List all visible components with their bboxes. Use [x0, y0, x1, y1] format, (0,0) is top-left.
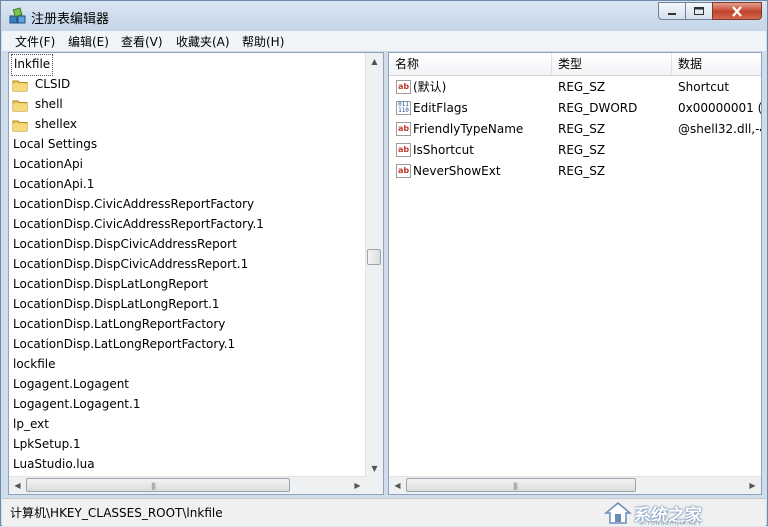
tree-item-label: shellex	[34, 117, 78, 131]
tree-item-shellex[interactable]: shellex	[12, 114, 77, 134]
tree-item-label: CLSID	[34, 77, 71, 91]
value-row[interactable]: ab (默认) REG_SZ Shortcut	[389, 77, 761, 98]
tree-item[interactable]: LocationDisp.DispCivicAddressReport	[13, 234, 237, 254]
tree-item-lnkfile[interactable]: lnkfile	[11, 54, 54, 76]
menu-bar: 文件(F) 编辑(E) 查看(V) 收藏夹(A) 帮助(H)	[2, 31, 766, 52]
status-path: 计算机\HKEY_CLASSES_ROOT\lnkfile	[10, 506, 223, 520]
column-name[interactable]: 名称	[389, 53, 552, 75]
tree-item[interactable]: LocationDisp.LatLongReportFactory.1	[13, 334, 235, 354]
window-title: 注册表编辑器	[31, 12, 110, 27]
tree-item[interactable]: lockfile	[13, 354, 56, 374]
tree-item[interactable]: lp_ext	[13, 414, 49, 434]
scroll-corner	[366, 477, 383, 494]
string-value-icon: ab	[396, 143, 411, 157]
value-data: @shell32.dll,-4	[678, 122, 762, 136]
maximize-button[interactable]	[685, 2, 713, 20]
value-row[interactable]: 011 110 EditFlags REG_DWORD 0x00000001 (1	[389, 98, 761, 119]
values-pane: 名称 类型 数据 ab (默认) REG_SZ Shortcut 011 110 …	[388, 52, 762, 495]
string-value-icon: ab	[396, 80, 411, 94]
tree-item[interactable]: LocationDisp.DispLatLongReport.1	[13, 294, 219, 314]
watermark: 系统之家 XITONGZHIJIA.NET	[600, 501, 762, 527]
tree-item[interactable]: LuaStudio.lua	[13, 454, 95, 474]
watermark-subtext: XITONGZHIJIA.NET	[640, 521, 702, 527]
scroll-left-arrow-icon[interactable]: ◀	[9, 477, 26, 494]
menu-help[interactable]: 帮助(H)	[242, 33, 284, 50]
tree-item[interactable]: LpkSetup.1	[13, 434, 81, 454]
close-button[interactable]	[712, 2, 762, 20]
values-horizontal-scrollbar[interactable]: ◀ ||| ▶	[389, 476, 761, 494]
values-column-header: 名称 类型 数据	[389, 53, 761, 76]
folder-icon	[12, 100, 28, 111]
tree-item[interactable]: LocationApi.1	[13, 174, 94, 194]
value-data: 0x00000001 (1	[678, 101, 762, 115]
folder-icon	[12, 120, 28, 131]
tree-item-label: shell	[34, 97, 63, 111]
registry-editor-icon	[9, 7, 26, 24]
tree-item[interactable]: LocationDisp.CivicAddressReportFactory	[13, 194, 254, 214]
tree-vertical-scrollbar[interactable]: ▲ ▼	[365, 53, 383, 477]
tree-item[interactable]: Logagent.Logagent	[13, 374, 129, 394]
scroll-left-arrow-icon[interactable]: ◀	[389, 477, 406, 494]
title-bar[interactable]: 注册表编辑器	[1, 1, 767, 31]
tree-item[interactable]: LocationDisp.CivicAddressReportFactory.1	[13, 214, 264, 234]
binary-value-icon: 011 110	[396, 101, 411, 115]
value-row[interactable]: ab FriendlyTypeName REG_SZ @shell32.dll,…	[389, 119, 761, 140]
tree-horizontal-scrollbar[interactable]: ◀ ||| ▶	[9, 476, 366, 494]
tree-horizontal-scroll-thumb[interactable]: |||	[26, 478, 290, 492]
house-logo-icon	[604, 502, 632, 524]
column-type[interactable]: 类型	[552, 53, 672, 75]
value-row[interactable]: ab IsShortcut REG_SZ	[389, 140, 761, 161]
scroll-up-arrow-icon[interactable]: ▲	[366, 53, 383, 70]
close-icon	[732, 5, 742, 17]
value-name: FriendlyTypeName	[413, 122, 524, 136]
value-name: NeverShowExt	[413, 164, 501, 178]
maximize-icon	[694, 7, 704, 15]
tree-item-shell[interactable]: shell	[12, 94, 63, 114]
value-data: Shortcut	[678, 80, 730, 94]
tree-item[interactable]: Logagent.Logagent.1	[13, 394, 140, 414]
scroll-right-arrow-icon[interactable]: ▶	[744, 477, 761, 494]
menu-view[interactable]: 查看(V)	[121, 33, 163, 50]
key-tree-pane: lnkfile CLSID shell shellex Local Settin…	[8, 52, 384, 495]
value-row[interactable]: ab NeverShowExt REG_SZ	[389, 161, 761, 182]
menu-edit[interactable]: 编辑(E)	[68, 33, 109, 50]
tree-item-label: lnkfile	[14, 57, 51, 71]
value-type: REG_DWORD	[558, 101, 638, 115]
status-bar: 计算机\HKEY_CLASSES_ROOT\lnkfile 系统之家 XITON…	[2, 498, 766, 527]
value-type: REG_SZ	[558, 143, 606, 157]
tree-item[interactable]: Local Settings	[13, 134, 97, 154]
minimize-icon	[668, 13, 676, 15]
minimize-button[interactable]	[658, 2, 686, 20]
tree-item[interactable]: LocationApi	[13, 154, 83, 174]
registry-editor-window: 注册表编辑器 文件(F) 编辑(E) 查看(V) 收藏夹(A) 帮助(H) ln…	[0, 0, 768, 527]
value-name: (默认)	[413, 80, 447, 94]
string-value-icon: ab	[396, 122, 411, 136]
key-tree: lnkfile CLSID shell shellex Local Settin…	[9, 53, 366, 477]
value-type: REG_SZ	[558, 80, 606, 94]
tree-item-clsid[interactable]: CLSID	[12, 74, 70, 94]
values-horizontal-scroll-thumb[interactable]: |||	[406, 478, 636, 492]
menu-favorites[interactable]: 收藏夹(A)	[176, 33, 230, 50]
tree-item[interactable]: LocationDisp.LatLongReportFactory	[13, 314, 225, 334]
scroll-down-arrow-icon[interactable]: ▼	[366, 460, 383, 477]
value-name: IsShortcut	[413, 143, 474, 157]
value-type: REG_SZ	[558, 122, 606, 136]
scroll-right-arrow-icon[interactable]: ▶	[349, 477, 366, 494]
value-name: EditFlags	[413, 101, 468, 115]
column-data[interactable]: 数据	[672, 53, 761, 75]
tree-item[interactable]: LocationDisp.DispLatLongReport	[13, 274, 208, 294]
tree-item[interactable]: LocationDisp.DispCivicAddressReport.1	[13, 254, 248, 274]
folder-icon	[12, 80, 28, 91]
value-type: REG_SZ	[558, 164, 606, 178]
tree-vertical-scroll-thumb[interactable]	[367, 249, 381, 265]
string-value-icon: ab	[396, 164, 411, 178]
menu-file[interactable]: 文件(F)	[15, 33, 55, 50]
